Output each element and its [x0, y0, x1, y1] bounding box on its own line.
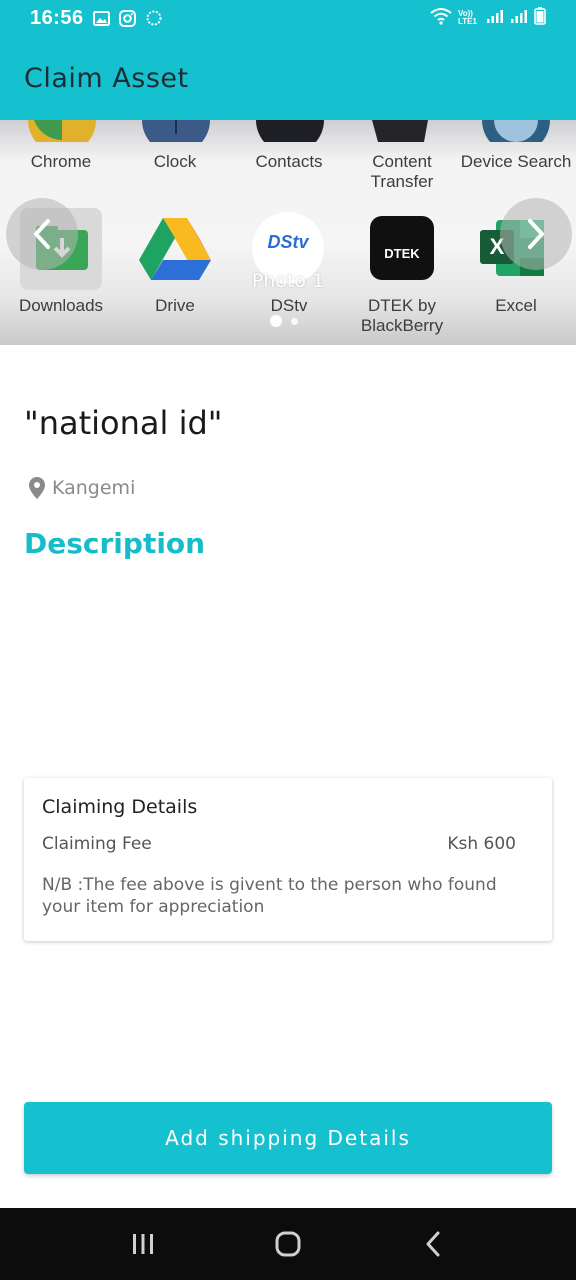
claiming-fee-row: Claiming Fee Ksh 600: [42, 834, 534, 854]
instagram-icon: [118, 9, 136, 27]
page-title: Claim Asset: [24, 62, 189, 94]
photo-carousel[interactable]: Chrome Clock Contacts Content Transfer D…: [0, 120, 576, 345]
back-icon: [426, 1231, 440, 1257]
app-label-excel: Excel: [495, 296, 537, 315]
location-text: Kangemi: [52, 477, 136, 499]
carousel-dot-active[interactable]: [270, 315, 282, 327]
carousel-dot[interactable]: [291, 317, 298, 325]
location-pin-icon: [29, 477, 45, 499]
app-label-clock: Clock: [153, 152, 197, 171]
app-bar: Claim Asset: [0, 36, 576, 120]
battery-icon: [534, 7, 546, 29]
asset-title: "national id": [24, 404, 223, 442]
app-label-content-transfer: Content Transfer: [370, 152, 434, 191]
claiming-fee-note: N/B :The fee above is givent to the pers…: [42, 875, 497, 917]
app-label-drive: Drive: [155, 296, 195, 315]
signal-icon: [486, 8, 504, 28]
app-label-dstv: DStv: [270, 296, 308, 315]
chevron-right-icon: [528, 219, 544, 249]
carousel-indicator: [270, 315, 298, 327]
image-icon: [92, 10, 110, 26]
dtek-logo-text: DTEK: [384, 245, 420, 261]
content-transfer-app-icon: [372, 120, 428, 142]
carousel-prev-button[interactable]: [6, 198, 78, 270]
dstv-logo-text: DStv: [267, 231, 309, 252]
home-button[interactable]: [258, 1214, 318, 1274]
chrome-app-icon: [28, 120, 96, 142]
app-label-device-search: Device Search: [460, 152, 572, 171]
system-navigation-bar: [0, 1208, 576, 1280]
clock-app-icon: [142, 120, 210, 142]
home-icon: [275, 1231, 301, 1257]
signal-icon: [510, 8, 528, 28]
app-label-chrome: Chrome: [30, 152, 92, 171]
recent-apps-button[interactable]: [113, 1214, 173, 1274]
back-button[interactable]: [403, 1214, 463, 1274]
status-bar: 16:56 Vo)) LTE1: [0, 0, 576, 36]
app-label-contacts: Contacts: [255, 152, 323, 171]
claiming-details-title: Claiming Details: [42, 796, 198, 818]
volte-icon: Vo)) LTE1: [458, 9, 477, 26]
add-shipping-details-button[interactable]: Add shipping Details: [24, 1102, 552, 1174]
carousel-caption: Photo 1: [251, 270, 325, 292]
asset-location: Kangemi: [28, 476, 135, 500]
description-heading: Description: [24, 527, 206, 560]
recent-apps-icon: [132, 1234, 153, 1254]
wifi-icon: [430, 7, 452, 29]
carousel-next-button[interactable]: [500, 198, 572, 270]
chevron-left-icon: [34, 219, 50, 249]
claiming-fee-value: Ksh 600: [447, 834, 516, 854]
app-label-downloads: Downloads: [18, 296, 104, 315]
device-search-app-icon: [482, 120, 550, 142]
claiming-fee-label: Claiming Fee: [42, 834, 152, 854]
app-label-dtek: DTEK by BlackBerry: [360, 296, 444, 335]
status-time: 16:56: [30, 6, 84, 29]
contacts-app-icon: [256, 120, 324, 142]
sync-icon: [145, 9, 163, 27]
claiming-details-card: Claiming Details Claiming Fee Ksh 600 N/…: [24, 778, 552, 941]
